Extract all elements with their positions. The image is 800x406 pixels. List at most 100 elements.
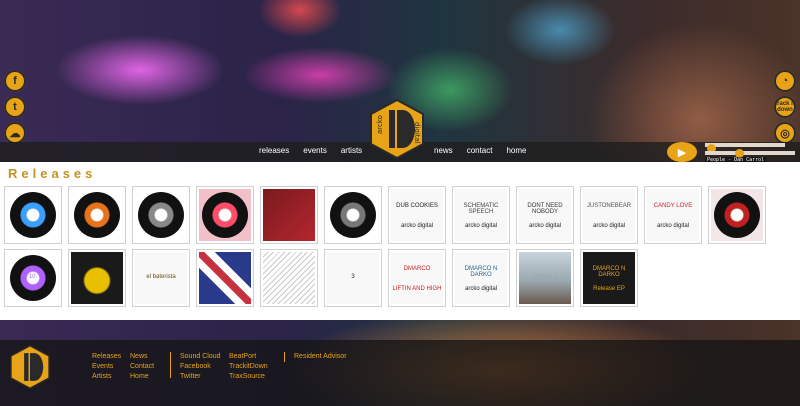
- release-text: CANDY LOVE: [653, 203, 693, 209]
- disc-label: [219, 209, 231, 221]
- release-cover[interactable]: DUB COOKIES arcko digital: [388, 186, 446, 244]
- release-cover[interactable]: DMARCO: [516, 249, 574, 307]
- nav-contact[interactable]: contact: [467, 146, 493, 155]
- release-cover[interactable]: CANDY LOVE arcko digital: [644, 186, 702, 244]
- footer-link-facebook[interactable]: Facebook: [180, 362, 220, 371]
- release-cover[interactable]: SCHEMATIC SPEECH arcko digital: [452, 186, 510, 244]
- footer-col-5: Resident Advisor: [294, 352, 347, 361]
- release-cover[interactable]: DMARCO N DARKO Release EP: [580, 249, 638, 307]
- release-cover[interactable]: [4, 186, 62, 244]
- footer-link-artists[interactable]: Artists: [92, 372, 121, 381]
- footer-link-twitter[interactable]: Twitter: [180, 372, 220, 381]
- footer-col-4: BeatPort TrackitDown TraxSource: [229, 352, 268, 381]
- release-cover[interactable]: [196, 249, 254, 307]
- release-cover[interactable]: [260, 186, 318, 244]
- nav-left: releases events artists: [259, 146, 362, 155]
- release-artwork: [199, 189, 251, 241]
- release-artwork: [263, 189, 315, 241]
- play-icon[interactable]: ▶: [667, 142, 697, 162]
- nav-news[interactable]: news: [434, 146, 453, 155]
- footer-link-beatport[interactable]: BeatPort: [229, 352, 268, 361]
- release-artwork: 10.: [7, 252, 59, 304]
- release-text: 10.: [28, 274, 38, 280]
- footer-col-1: Releases Events Artists: [92, 352, 121, 381]
- release-artwork: [327, 189, 379, 241]
- release-cover[interactable]: [68, 249, 126, 307]
- release-text: Release EP: [593, 286, 625, 292]
- release-artwork: [71, 252, 123, 304]
- release-artwork: [7, 189, 59, 241]
- release-cover[interactable]: el baterista: [132, 249, 190, 307]
- nav-events[interactable]: events: [303, 146, 327, 155]
- release-cover[interactable]: [260, 249, 318, 307]
- release-cover[interactable]: 3: [324, 249, 382, 307]
- release-cover[interactable]: [708, 186, 766, 244]
- release-text: DONT NEED NOBODY: [527, 203, 563, 215]
- trackitdown-icon[interactable]: track it down: [774, 96, 796, 118]
- nav-releases[interactable]: releases: [259, 146, 289, 155]
- release-cover[interactable]: 10.: [4, 249, 62, 307]
- volume-bar[interactable]: [705, 149, 795, 158]
- footer-link-releases[interactable]: Releases: [92, 352, 121, 361]
- release-text: el baterista: [146, 274, 176, 280]
- disc-label: [347, 209, 359, 221]
- release-cover[interactable]: [68, 186, 126, 244]
- releases-grid: DUB COOKIES arcko digital SCHEMATIC SPEECH…: [4, 186, 794, 307]
- soundcloud-icon[interactable]: ☁: [4, 122, 26, 144]
- twitter-icon[interactable]: t: [4, 96, 26, 118]
- release-text: arcko digital: [464, 286, 497, 292]
- release-text: DMARCO: [403, 266, 431, 272]
- release-artwork: SCHEMATIC SPEECH arcko digital: [455, 189, 507, 241]
- release-text: JUSTONEBEAR: [586, 203, 632, 209]
- release-cover[interactable]: [196, 186, 254, 244]
- footer-col-2: News Contact Home: [130, 352, 154, 381]
- release-artwork: DMARCO N DARKO arcko digital: [455, 252, 507, 304]
- release-artwork: JUSTONEBEAR arcko digital: [583, 189, 635, 241]
- disc-label: [155, 209, 167, 221]
- release-artwork: [711, 189, 763, 241]
- footer-divider: [170, 352, 171, 378]
- release-text: LIFTIN AND HIGH: [392, 286, 442, 292]
- release-artwork: DMARCO N DARKO Release EP: [583, 252, 635, 304]
- facebook-icon[interactable]: f: [4, 70, 26, 92]
- release-cover[interactable]: [324, 186, 382, 244]
- footer-link-traxsource[interactable]: TraxSource: [229, 372, 268, 381]
- release-artwork: DONT NEED NOBODY arcko digital: [519, 189, 571, 241]
- release-artwork: DMARCO LIFTIN AND HIGH: [391, 252, 443, 304]
- release-cover[interactable]: DMARCO N DARKO arcko digital: [452, 249, 510, 307]
- release-cover[interactable]: DMARCO LIFTIN AND HIGH: [388, 249, 446, 307]
- release-cover[interactable]: DONT NEED NOBODY arcko digital: [516, 186, 574, 244]
- release-artwork: [135, 189, 187, 241]
- arcko-digital-logo[interactable]: arcko digital: [367, 98, 427, 160]
- footer-divider: [284, 352, 285, 362]
- progress-bar[interactable]: [705, 143, 785, 153]
- beatport-icon[interactable]: ◔: [774, 70, 796, 92]
- footer-link-resident-advisor[interactable]: Resident Advisor: [294, 352, 347, 361]
- release-text: DMARCO N DARKO: [464, 266, 498, 278]
- release-artwork: DUB COOKIES arcko digital: [391, 189, 443, 241]
- release-text: arcko digital: [592, 223, 625, 229]
- footer-link-trackitdown[interactable]: TrackitDown: [229, 362, 268, 371]
- page-title: Releases: [8, 166, 97, 181]
- release-cover[interactable]: JUSTONEBEAR arcko digital: [580, 186, 638, 244]
- release-text: DUB COOKIES: [396, 203, 438, 209]
- footer-link-home[interactable]: Home: [130, 372, 154, 381]
- nav-home[interactable]: home: [506, 146, 526, 155]
- release-artwork: [71, 189, 123, 241]
- release-cover[interactable]: [132, 186, 190, 244]
- release-text: DMARCO: [531, 274, 559, 280]
- release-text: arcko digital: [464, 223, 497, 229]
- footer-link-events[interactable]: Events: [92, 362, 121, 371]
- footer-link-news[interactable]: News: [130, 352, 154, 361]
- disc-label: [91, 209, 103, 221]
- nav-artists[interactable]: artists: [341, 146, 362, 155]
- disc-label: [731, 209, 743, 221]
- release-artwork: CANDY LOVE arcko digital: [647, 189, 699, 241]
- release-artwork: DMARCO: [519, 252, 571, 304]
- release-text: arcko digital: [400, 223, 433, 229]
- footer-logo[interactable]: [8, 342, 52, 392]
- release-text: arcko digital: [528, 223, 561, 229]
- footer-link-soundcloud[interactable]: Sound Cloud: [180, 352, 220, 361]
- footer-link-contact[interactable]: Contact: [130, 362, 154, 371]
- release-text: 3: [351, 274, 355, 280]
